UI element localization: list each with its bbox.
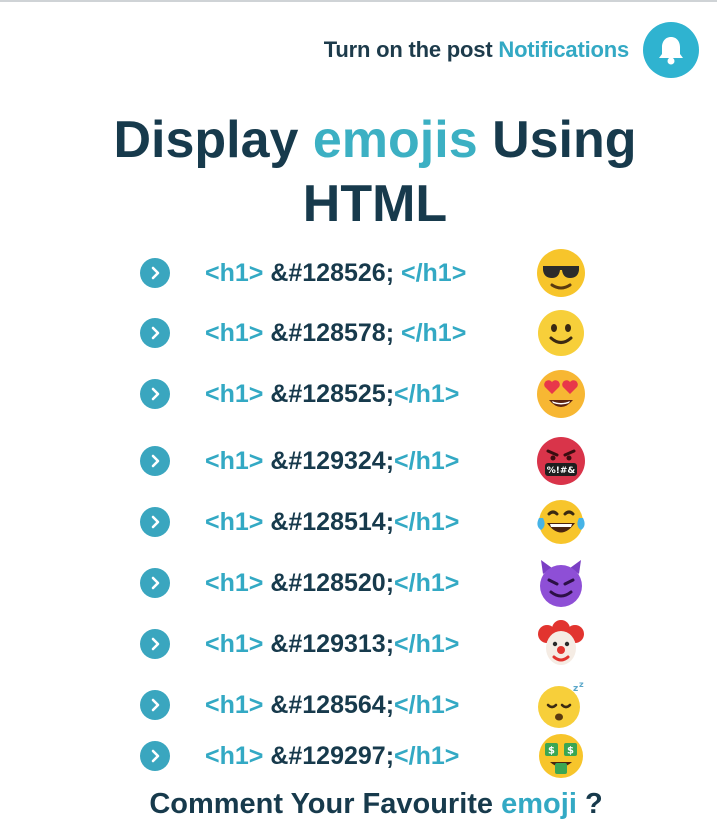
entity-code: &#128526; [263, 258, 401, 287]
chevron-right-icon [140, 379, 170, 409]
code-snippet: <h1> &#128514;</h1> [205, 508, 459, 537]
chevron-right-icon [140, 258, 170, 288]
list-item: <h1> &#128525;</h1> [0, 369, 717, 419]
open-tag: <h1> [205, 690, 264, 719]
open-tag: <h1> [205, 258, 264, 287]
close-tag: </h1> [394, 741, 460, 770]
chevron-right-icon [140, 446, 170, 476]
entity-code: &#129324; [263, 446, 395, 475]
entity-code: &#128564; [263, 690, 395, 719]
code-snippet: <h1> &#128564;</h1> [205, 691, 459, 720]
smiling-devil-face-icon [533, 555, 589, 611]
close-tag: </h1> [394, 629, 460, 658]
close-tag: </h1> [394, 379, 460, 408]
entity-code: &#128525; [263, 379, 395, 408]
tears-of-joy-face-icon [533, 494, 589, 550]
entity-code: &#128514; [263, 507, 395, 536]
heart-eyes-face-icon [533, 366, 589, 422]
entity-code: &#129313; [263, 629, 395, 658]
open-tag: <h1> [205, 446, 264, 475]
code-snippet: <h1> &#128520;</h1> [205, 569, 459, 598]
footer-suffix: ? [576, 788, 603, 820]
list-item: <h1> &#128578; </h1> [0, 308, 717, 358]
clown-face-icon [533, 616, 589, 672]
close-tag: </h1> [394, 507, 460, 536]
svg-text:$: $ [567, 746, 574, 757]
chevron-right-icon [140, 507, 170, 537]
list-item: <h1> &#129324;</h1> %!#& [0, 436, 717, 486]
money-mouth-face-icon: $ $ [533, 728, 589, 784]
list-item: <h1> &#128514;</h1> [0, 497, 717, 547]
list-item: <h1> &#129313;</h1> [0, 619, 717, 669]
list-item: <h1> &#128526; </h1> [0, 248, 717, 298]
slightly-smiling-face-icon [533, 305, 589, 361]
chevron-right-icon [140, 741, 170, 771]
code-snippet: <h1> &#129313;</h1> [205, 630, 459, 659]
open-tag: <h1> [205, 629, 264, 658]
close-tag: </h1> [394, 446, 460, 475]
chevron-right-icon [140, 629, 170, 659]
close-tag: </h1> [400, 318, 467, 347]
close-tag: </h1> [394, 690, 460, 719]
open-tag: <h1> [205, 507, 264, 536]
code-snippet: <h1> &#129324;</h1> [205, 447, 459, 476]
code-snippet: <h1> &#128525;</h1> [205, 380, 459, 409]
svg-text:$: $ [548, 746, 555, 757]
open-tag: <h1> [205, 741, 264, 770]
entity-code: &#129297; [263, 741, 395, 770]
close-tag: </h1> [400, 258, 467, 287]
sunglasses-face-icon [533, 245, 589, 301]
code-snippet: <h1> &#129297;</h1> [205, 742, 459, 771]
chevron-right-icon [140, 568, 170, 598]
sleeping-face-icon: z z [533, 677, 589, 733]
entity-code: &#128520; [263, 568, 395, 597]
list-item: <h1> &#129297;</h1> $ $ [0, 731, 717, 781]
chevron-right-icon [140, 318, 170, 348]
code-list: <h1> &#128526; </h1> <h1> &#128578; </h1… [0, 0, 717, 835]
svg-text:%!#&: %!#& [547, 466, 576, 476]
close-tag: </h1> [394, 568, 460, 597]
code-snippet: <h1> &#128526; </h1> [205, 259, 466, 288]
footer-cta: Comment Your Favourite emoji ? [0, 788, 717, 821]
open-tag: <h1> [205, 568, 264, 597]
entity-code: &#128578; [263, 318, 401, 347]
list-item: <h1> &#128520;</h1> [0, 558, 717, 608]
open-tag: <h1> [205, 318, 264, 347]
footer-prefix: Comment Your Favourite [149, 788, 494, 820]
list-item: <h1> &#128564;</h1> z z [0, 680, 717, 730]
svg-text:z: z [573, 684, 578, 694]
chevron-right-icon [140, 690, 170, 720]
open-tag: <h1> [205, 379, 264, 408]
svg-text:z: z [579, 680, 584, 689]
cursing-face-icon: %!#& [533, 433, 589, 489]
footer-accent: emoji [501, 788, 577, 820]
code-snippet: <h1> &#128578; </h1> [205, 319, 466, 348]
